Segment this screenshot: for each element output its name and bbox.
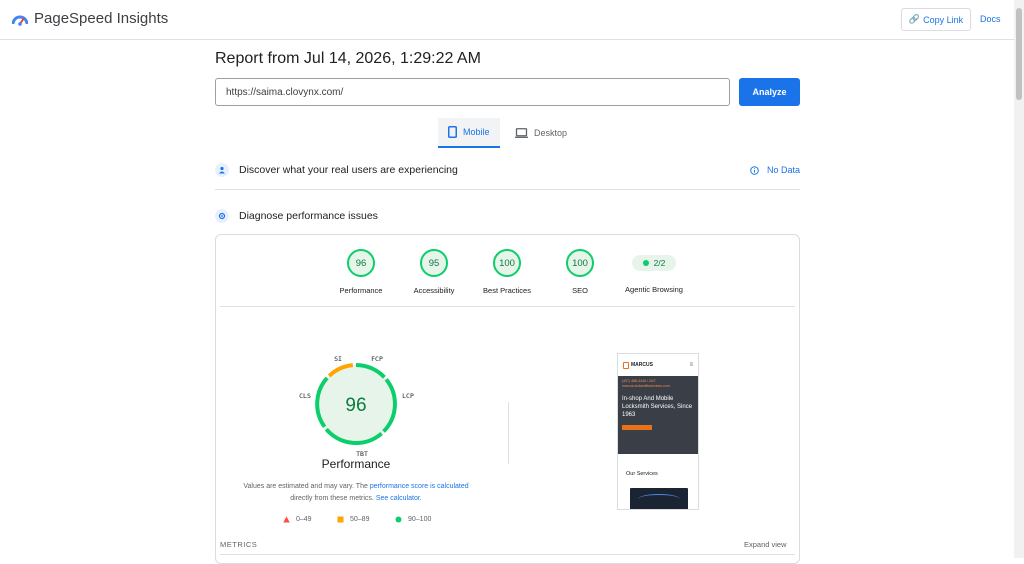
preview-header: MARCUS ≡	[618, 354, 698, 376]
legend-average: 50–89	[337, 516, 369, 523]
score-value: 95	[428, 257, 440, 269]
expand-view-button[interactable]: Expand view	[744, 540, 787, 549]
preview-services-heading: Our Services	[626, 471, 658, 477]
preview-hero-button	[622, 425, 652, 430]
tab-mobile[interactable]: Mobile	[438, 118, 500, 148]
preview-hero-contact: (407) 488-4448 / 24/7 marcus-locksmithse…	[622, 379, 670, 388]
page-screenshot-preview[interactable]: MARCUS ≡ (407) 488-4448 / 24/7 marcus-lo…	[617, 353, 699, 510]
circle-icon	[395, 516, 402, 523]
legend-pass-range: 90–100	[408, 516, 432, 523]
score-ring: 100	[565, 248, 595, 278]
metric-label-cls: CLS	[299, 392, 311, 400]
metrics-heading: METRICS	[220, 540, 258, 549]
score-value: 100	[499, 257, 515, 269]
link-icon: 🔗	[908, 14, 921, 24]
menu-icon: ≡	[689, 362, 693, 368]
copy-link-button[interactable]: 🔗 Copy Link	[901, 8, 971, 31]
square-icon	[337, 516, 344, 523]
performance-main-gauge: 96 SI FCP LCP CLS TBT	[299, 355, 414, 458]
pass-dot-icon	[642, 260, 649, 266]
diagnose-title: Diagnose performance issues	[239, 210, 378, 222]
score-value: 100	[572, 257, 588, 269]
legend-fail: 0–49	[283, 516, 312, 523]
performance-calc-link[interactable]: performance score is calculated	[370, 483, 469, 490]
note-middle: directly from these metrics.	[290, 495, 376, 502]
no-data-label: No Data	[766, 165, 800, 175]
vertical-divider	[508, 402, 509, 464]
preview-hero: (407) 488-4448 / 24/7 marcus-locksmithse…	[618, 376, 698, 454]
scrollbar-thumb[interactable]	[1016, 8, 1022, 100]
score-ring: 96	[346, 248, 376, 278]
report-title: Report from Jul 14, 2026, 1:29:22 AM	[215, 50, 481, 67]
url-input[interactable]	[215, 78, 730, 106]
copy-link-label: Copy Link	[923, 14, 964, 25]
no-data-status[interactable]: No Data	[750, 165, 800, 175]
diagnose-section: Diagnose performance issues	[215, 209, 800, 223]
preview-service-image	[630, 488, 688, 509]
analyze-button[interactable]: Analyze	[739, 78, 800, 106]
calculator-link[interactable]: See calculator.	[376, 495, 422, 502]
mobile-icon	[448, 126, 457, 138]
legend-fail-range: 0–49	[296, 516, 312, 523]
score-note: Values are estimated and may vary. The p…	[220, 481, 492, 505]
users-icon	[215, 163, 229, 177]
top-bar: PageSpeed Insights 🔗 Copy Link Docs	[0, 0, 1024, 40]
app-title: PageSpeed Insights	[34, 10, 169, 27]
real-users-title: Discover what your real users are experi…	[239, 164, 458, 176]
real-users-section: Discover what your real users are experi…	[215, 163, 800, 177]
docs-link[interactable]: Docs	[980, 14, 1001, 24]
lock-icon	[623, 361, 629, 369]
legend-average-range: 50–89	[350, 516, 370, 523]
score-ring: 95	[419, 248, 449, 278]
tab-mobile-label: Mobile	[463, 127, 490, 137]
score-label: Agentic Browsing	[625, 285, 683, 294]
diagnose-icon	[215, 209, 229, 223]
agentic-pill: 2/2	[632, 255, 676, 271]
pagespeed-logo-icon	[12, 15, 28, 26]
score-ring: 100	[492, 248, 522, 278]
tab-desktop-label: Desktop	[534, 128, 568, 138]
metrics-divider	[220, 554, 795, 555]
performance-title: Performance	[321, 457, 391, 471]
metric-label-si: SI	[334, 355, 342, 363]
card-divider	[220, 306, 795, 307]
preview-image-glow	[638, 494, 680, 504]
info-icon	[750, 165, 759, 175]
preview-brand-text: MARCUS	[631, 362, 653, 368]
note-prefix: Values are estimated and may vary. The	[243, 483, 370, 490]
section-divider	[215, 189, 800, 190]
score-value: 96	[355, 257, 367, 269]
perf-score-text: 96	[345, 395, 366, 416]
preview-hero-title: In-shop And Mobile Locksmith Services, S…	[622, 396, 693, 418]
preview-brand: MARCUS	[623, 361, 653, 369]
agentic-browsing-gauge[interactable]: 2/2 Agentic Browsing	[609, 248, 699, 294]
metric-label-lcp: LCP	[402, 392, 414, 400]
tab-desktop[interactable]: Desktop	[505, 118, 577, 148]
app-logo[interactable]: PageSpeed Insights	[12, 10, 168, 27]
legend-pass: 90–100	[395, 516, 431, 523]
triangle-icon	[283, 516, 290, 523]
desktop-icon	[515, 128, 528, 138]
agentic-value: 2/2	[653, 258, 666, 268]
metric-label-fcp: FCP	[371, 355, 383, 363]
